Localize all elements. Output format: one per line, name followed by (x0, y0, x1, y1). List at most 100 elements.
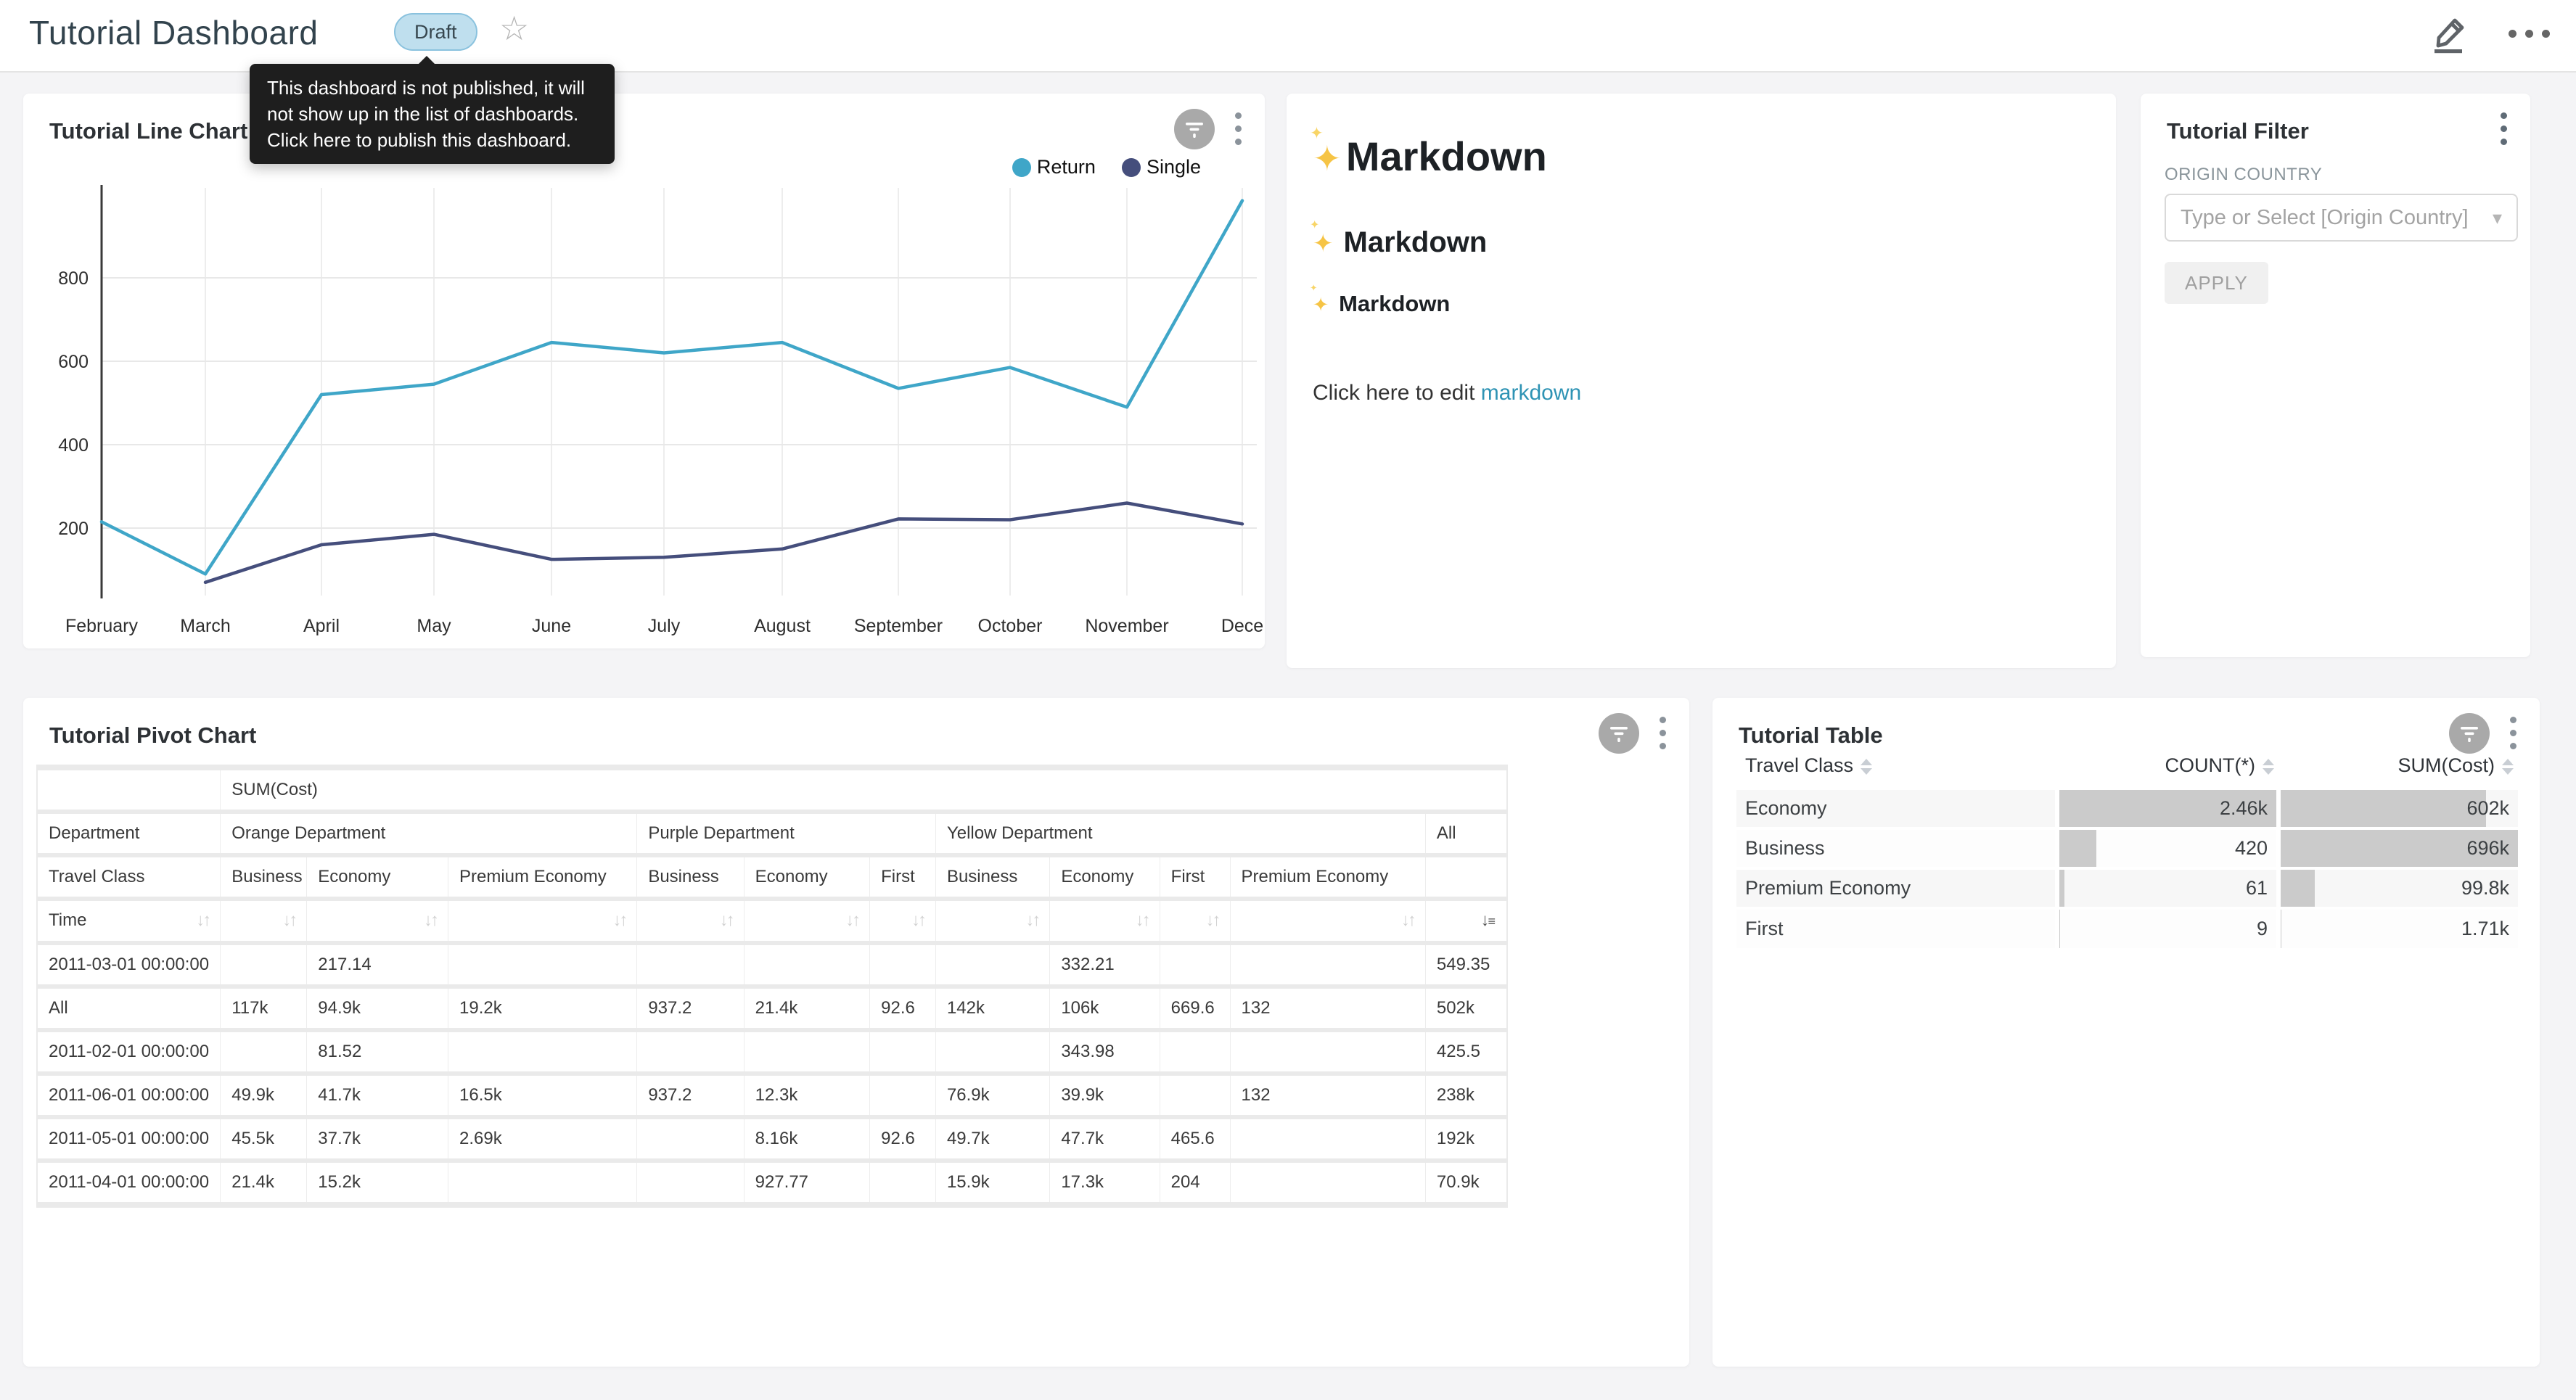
pivot-class-header: Business (637, 857, 744, 897)
markdown-card[interactable]: ✦✦ Markdown ✦✦ Markdown ✦✦ Markdown Clic… (1287, 94, 2116, 668)
pivot-chart-card: Tutorial Pivot Chart SUM(Cost) Department… (23, 698, 1689, 1367)
chart-legend: Return Single (1012, 156, 1201, 178)
sparkles-icon: ✦✦ (1313, 226, 1334, 259)
pivot-value-cell: 15.9k (936, 1163, 1050, 1202)
pivot-value-cell (637, 1119, 744, 1158)
table-row: Premium Economy 61 99.8k (1736, 868, 2518, 908)
pivot-colgroup-header: All (1426, 814, 1506, 853)
pivot-sort-cell: ↓↑ (307, 901, 448, 941)
pivot-value-cell: 549.35 (1426, 945, 1506, 984)
edit-pencil-icon[interactable] (2430, 13, 2468, 54)
tutorial-table-body: Economy 2.46k 602k Business 420 696k Pre… (1736, 788, 2518, 948)
pivot-sort-cell: ↓↑ (637, 901, 744, 941)
pivot-value-cell: 238k (1426, 1076, 1506, 1115)
pivot-data-row: All117k94.9k19.2k937.221.4k92.6142k106k6… (38, 989, 1506, 1028)
pivot-data-row: 2011-04-01 00:00:0021.4k15.2k927.7715.9k… (38, 1163, 1506, 1202)
pivot-data-row: 2011-06-01 00:00:0049.9k41.7k16.5k937.21… (38, 1076, 1506, 1115)
pivot-class-header: First (1160, 857, 1231, 897)
pivot-class-header (1426, 857, 1506, 897)
pivot-table: SUM(Cost)DepartmentOrange DepartmentPurp… (38, 766, 1506, 1206)
legend-item-single[interactable]: Single (1122, 156, 1201, 178)
sort-icon[interactable]: ↓↑ (196, 909, 209, 932)
draft-status-badge[interactable]: Draft (394, 13, 477, 51)
pivot-data-row: 2011-05-01 00:00:0045.5k37.7k2.69k8.16k9… (38, 1119, 1506, 1158)
sort-icon[interactable]: ↓↑ (1136, 909, 1149, 932)
sparkles-icon: ✦✦ (1313, 291, 1329, 317)
pivot-class-header: Premium Economy (1231, 857, 1426, 897)
pivot-value-cell (221, 1032, 307, 1071)
sort-carets-icon[interactable] (2263, 759, 2274, 775)
sort-carets-icon[interactable] (1861, 759, 1872, 775)
pivot-colgroup-header: Yellow Department (936, 814, 1426, 853)
pivot-row-dim-label: Department (38, 814, 221, 853)
pivot-value-cell (870, 1163, 936, 1202)
svg-text:August: August (754, 616, 811, 636)
pivot-value-cell (745, 945, 871, 984)
pivot-value-cell (1160, 945, 1231, 984)
sort-icon[interactable]: ↓↑ (720, 909, 733, 932)
filter-menu-icon[interactable] (2496, 108, 2511, 149)
chart-menu-icon[interactable] (1655, 712, 1670, 754)
sort-carets-icon[interactable] (2502, 759, 2514, 775)
pivot-sort-cell: ↓↑ (1231, 901, 1426, 941)
sort-icon[interactable]: ↓↑ (1206, 909, 1219, 932)
pivot-value-cell: 927.77 (745, 1163, 871, 1202)
pivot-value-cell: 41.7k (307, 1076, 448, 1115)
pivot-value-cell (870, 1032, 936, 1071)
pivot-value-cell: 81.52 (307, 1032, 448, 1071)
pivot-value-cell: 106k (1050, 989, 1160, 1028)
favorite-star-icon[interactable]: ☆ (499, 9, 529, 48)
pivot-class-header: First (870, 857, 936, 897)
sort-icon[interactable]: ↓↑ (612, 909, 625, 932)
sum-cell: 602k (2278, 788, 2518, 828)
sort-descending-icon[interactable]: ↓≡ (1480, 909, 1496, 933)
column-header-count[interactable]: COUNT(*) (2057, 744, 2278, 788)
pivot-class-header: Business (936, 857, 1050, 897)
page-title: Tutorial Dashboard (29, 13, 319, 52)
pivot-sort-cell: ↓↑ (1160, 901, 1231, 941)
pivot-value-cell: 502k (1426, 989, 1506, 1028)
count-cell: 2.46k (2057, 788, 2278, 828)
select-placeholder: Type or Select [Origin Country] (2181, 206, 2487, 230)
column-header-sum-cost[interactable]: SUM(Cost) (2278, 744, 2518, 788)
sparkles-icon: ✦✦ (1313, 133, 1342, 180)
origin-country-select[interactable]: Type or Select [Origin Country] ▾ (2165, 194, 2518, 242)
pivot-measure-row: SUM(Cost) (38, 770, 1506, 810)
markdown-paragraph: Click here to edit markdown (1313, 381, 2090, 405)
tooltip-line: not show up in the list of dashboards. (267, 101, 597, 127)
pivot-value-cell: 21.4k (221, 1163, 307, 1202)
pivot-value-cell: 70.9k (1426, 1163, 1506, 1202)
pivot-value-cell (637, 945, 744, 984)
pivot-value-cell: 192k (1426, 1119, 1506, 1158)
pivot-value-cell (745, 1032, 871, 1071)
pivot-data-row: 2011-03-01 00:00:00217.14332.21549.35 (38, 945, 1506, 984)
sort-icon[interactable]: ↓↑ (1401, 909, 1414, 932)
edit-markdown-link[interactable]: markdown (1481, 381, 1581, 405)
return-series-dot (1012, 158, 1031, 177)
apply-button[interactable]: APPLY (2165, 262, 2268, 304)
filter-title: Tutorial Filter (2167, 118, 2309, 144)
pivot-title: Tutorial Pivot Chart (49, 722, 256, 749)
svg-text:400: 400 (58, 435, 89, 456)
pivot-value-cell (448, 1163, 637, 1202)
svg-text:Dece: Dece (1221, 616, 1263, 636)
pivot-value-cell: 76.9k (936, 1076, 1050, 1115)
sort-icon[interactable]: ↓↑ (424, 909, 437, 932)
pivot-classes-row: Travel ClassBusinessEconomyPremium Econo… (38, 857, 1506, 897)
pivot-time-label: Time↓↑ (38, 901, 221, 941)
svg-text:March: March (180, 616, 230, 636)
applied-filters-icon[interactable] (1599, 713, 1639, 754)
sort-icon[interactable]: ↓↑ (1025, 909, 1038, 932)
more-options-icon[interactable] (2509, 30, 2550, 38)
sum-cell: 99.8k (2278, 868, 2518, 908)
travel-class-cell: Economy (1736, 788, 2057, 828)
pivot-sort-row: Time↓↑↓↑↓↑↓↑↓↑↓↑↓↑↓↑↓↑↓↑↓↑↓≡ (38, 901, 1506, 941)
sort-icon[interactable]: ↓↑ (845, 909, 858, 932)
sort-icon[interactable]: ↓↑ (282, 909, 295, 932)
column-header-travel-class[interactable]: Travel Class (1736, 744, 2057, 788)
legend-item-return[interactable]: Return (1012, 156, 1096, 178)
single-series-dot (1122, 158, 1141, 177)
filter-card: Tutorial Filter ORIGIN COUNTRY Type or S… (2141, 94, 2530, 657)
svg-text:September: September (854, 616, 943, 636)
sort-icon[interactable]: ↓↑ (911, 909, 924, 932)
